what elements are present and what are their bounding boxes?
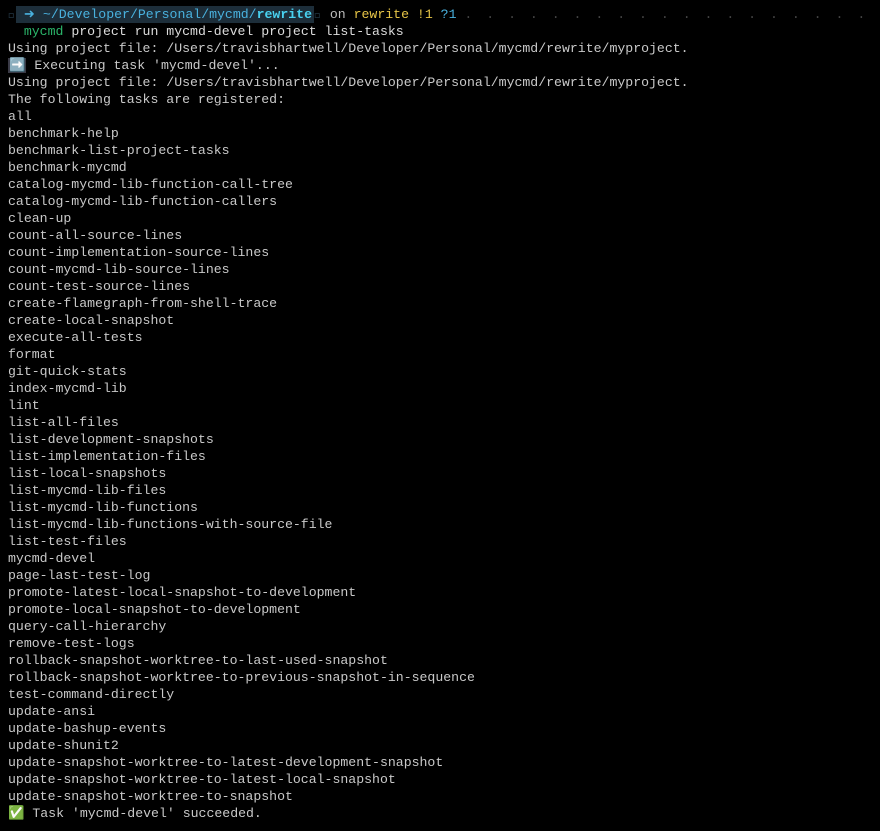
task-item: catalog-mycmd-lib-function-callers — [8, 193, 872, 210]
task-item: benchmark-help — [8, 125, 872, 142]
task-item: count-mycmd-lib-source-lines — [8, 261, 872, 278]
home-tilde: ~ — [43, 7, 51, 22]
task-item: test-command-directly — [8, 686, 872, 703]
output-task-heading: The following tasks are registered: — [8, 91, 872, 108]
task-item: remove-test-logs — [8, 635, 872, 652]
task-list: allbenchmark-helpbenchmark-list-project-… — [8, 108, 872, 805]
prompt-cap-right:  — [314, 7, 322, 22]
output-done-text: Task 'mycmd-devel' succeeded. — [32, 806, 262, 821]
task-item: create-flamegraph-from-shell-trace — [8, 295, 872, 312]
shell-prompt: ➜ ~/Developer/Personal/mycmd/rewrite o… — [8, 6, 872, 23]
output-executing-text: Executing task 'mycmd-devel'... — [34, 58, 279, 73]
output-using-2: Using project file: /Users/travisbhartwe… — [8, 74, 872, 91]
task-item: format — [8, 346, 872, 363]
task-item: update-snapshot-worktree-to-latest-devel… — [8, 754, 872, 771]
task-item: mycmd-devel — [8, 550, 872, 567]
cwd-path: /Developer/Personal/mycmd/ — [51, 7, 257, 22]
task-item: execute-all-tests — [8, 329, 872, 346]
task-item: update-snapshot-worktree-to-snapshot — [8, 788, 872, 805]
check-icon: ✅ — [8, 806, 24, 821]
cwd-leaf: rewrite — [257, 7, 312, 22]
task-item: update-bashup-events — [8, 720, 872, 737]
task-item: query-call-hierarchy — [8, 618, 872, 635]
prompt-pill: ➜ ~/Developer/Personal/mycmd/rewrite — [16, 6, 314, 23]
task-item: lint — [8, 397, 872, 414]
command-program: mycmd — [24, 24, 64, 39]
output-done-line: ✅ Task 'mycmd-devel' succeeded. — [8, 805, 872, 822]
task-item: rollback-snapshot-worktree-to-last-used-… — [8, 652, 872, 669]
task-item: index-mycmd-lib — [8, 380, 872, 397]
command-line[interactable]: mycmd project run mycmd-devel project li… — [8, 23, 872, 40]
task-item: count-all-source-lines — [8, 227, 872, 244]
prompt-cap-left:  — [8, 7, 16, 22]
git-flag-dirty: !1 — [417, 7, 433, 22]
task-item: benchmark-mycmd — [8, 159, 872, 176]
task-item: list-mycmd-lib-functions-with-source-fil… — [8, 516, 872, 533]
task-item: count-test-source-lines — [8, 278, 872, 295]
task-item: page-last-test-log — [8, 567, 872, 584]
command-args: project run mycmd-devel project list-tas… — [71, 24, 403, 39]
prompt-fill-dots: . . . . . . . . . . . . . . . . . . . . … — [464, 7, 880, 22]
task-item: promote-local-snapshot-to-development — [8, 601, 872, 618]
output-using-1: Using project file: /Users/travisbhartwe… — [8, 40, 872, 57]
task-item: list-test-files — [8, 533, 872, 550]
task-item: list-local-snapshots — [8, 465, 872, 482]
arrow-icon: ➜ — [24, 7, 35, 22]
task-item: update-shunit2 — [8, 737, 872, 754]
task-item: clean-up — [8, 210, 872, 227]
task-item: update-snapshot-worktree-to-latest-local… — [8, 771, 872, 788]
git-branch: rewrite — [354, 7, 409, 22]
task-item: list-development-snapshots — [8, 431, 872, 448]
task-item: git-quick-stats — [8, 363, 872, 380]
task-item: list-implementation-files — [8, 448, 872, 465]
task-item: rollback-snapshot-worktree-to-previous-s… — [8, 669, 872, 686]
task-item: catalog-mycmd-lib-function-call-tree — [8, 176, 872, 193]
arrow-right-icon: ➡️ — [8, 58, 26, 73]
task-item: benchmark-list-project-tasks — [8, 142, 872, 159]
on-word: on — [330, 7, 346, 22]
task-item: count-implementation-source-lines — [8, 244, 872, 261]
task-item: list-all-files — [8, 414, 872, 431]
task-item: create-local-snapshot — [8, 312, 872, 329]
git-flag-untracked: ?1 — [441, 7, 457, 22]
task-item: promote-latest-local-snapshot-to-develop… — [8, 584, 872, 601]
task-item: list-mycmd-lib-files — [8, 482, 872, 499]
output-executing: ➡️ Executing task 'mycmd-devel'... — [8, 57, 872, 74]
task-item: list-mycmd-lib-functions — [8, 499, 872, 516]
task-item: all — [8, 108, 872, 125]
task-item: update-ansi — [8, 703, 872, 720]
